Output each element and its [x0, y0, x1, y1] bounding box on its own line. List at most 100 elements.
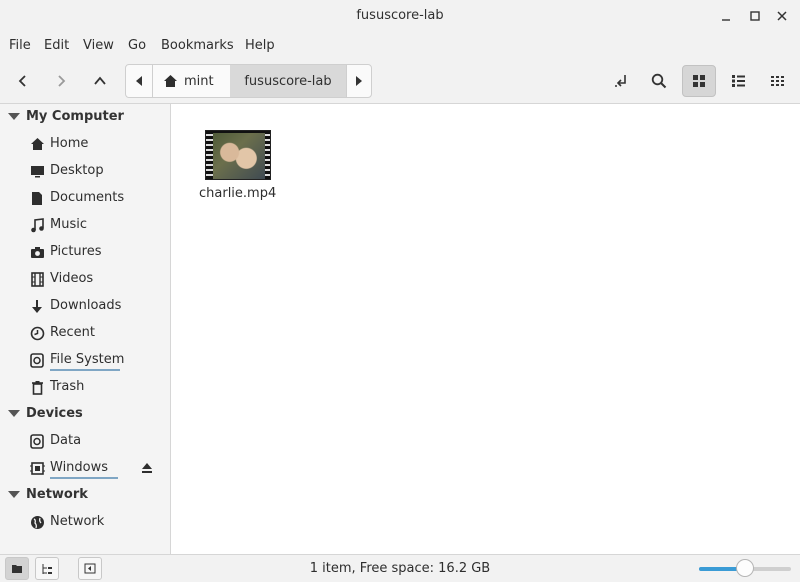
chevron-left-icon: [18, 75, 26, 87]
section-title: Network: [26, 487, 88, 502]
menu-file[interactable]: File: [9, 38, 31, 53]
up-button[interactable]: [85, 66, 115, 96]
icon-view-button[interactable]: [682, 65, 716, 97]
breadcrumb-home-label: mint: [184, 73, 214, 89]
sidebar-item-label: Music: [50, 217, 87, 232]
status-bar: 1 item, Free space: 16.2 GB: [0, 554, 800, 582]
window-title: fususcore-lab: [356, 8, 444, 23]
section-title: My Computer: [26, 109, 124, 124]
sidebar-item-label: Desktop: [50, 163, 104, 178]
disk-usage-bar: [50, 369, 120, 371]
expander-icon: [8, 410, 20, 417]
close-icon: [777, 11, 787, 21]
breadcrumb-current-label: fususcore-lab: [244, 73, 332, 89]
menu-bookmarks[interactable]: Bookmarks: [161, 38, 234, 53]
sidebar-item-trash[interactable]: Trash: [0, 375, 170, 399]
status-text: 1 item, Free space: 16.2 GB: [309, 561, 491, 576]
sidebar-item-documents[interactable]: Documents: [0, 186, 170, 210]
sidebar-item-label: Network: [50, 514, 105, 529]
clock-icon: [29, 325, 45, 341]
document-icon: [29, 190, 45, 206]
sidebar-item-label: Pictures: [50, 244, 102, 259]
close-button[interactable]: [772, 6, 792, 26]
grid-icon: [693, 75, 705, 87]
file-item[interactable]: charlie.mp4: [199, 130, 277, 210]
sidebar-item-videos[interactable]: Videos: [0, 267, 170, 291]
trash-icon: [29, 379, 45, 395]
home-icon: [29, 136, 45, 152]
minimize-icon: [722, 19, 730, 21]
section-my-computer[interactable]: My Computer: [0, 105, 170, 129]
triangle-right-icon: [356, 76, 362, 86]
zoom-slider-handle[interactable]: [736, 559, 754, 577]
sidebar-item-recent[interactable]: Recent: [0, 321, 170, 345]
sidebar-item-label: Videos: [50, 271, 94, 286]
sidebar-item-network[interactable]: Network: [0, 510, 170, 534]
camera-icon: [29, 244, 45, 260]
drive-icon: [29, 352, 45, 368]
sidebar-item-label: Recent: [50, 325, 95, 340]
menu-help[interactable]: Help: [245, 38, 275, 53]
maximize-button[interactable]: [745, 6, 765, 26]
compact-view-button[interactable]: [762, 66, 792, 96]
toggle-location-button[interactable]: [606, 66, 636, 96]
menu-go[interactable]: Go: [128, 38, 146, 53]
sidebar-item-downloads[interactable]: Downloads: [0, 294, 170, 318]
chevron-up-icon: [94, 76, 106, 85]
breadcrumb-scroll-left-button[interactable]: [126, 65, 152, 97]
menu-view[interactable]: View: [83, 38, 114, 53]
toolbar: mint fususcore-lab: [0, 58, 800, 104]
back-button[interactable]: [8, 66, 38, 96]
expander-icon: [8, 491, 20, 498]
download-icon: [29, 298, 45, 314]
list-view-button[interactable]: [723, 66, 753, 96]
menu-edit[interactable]: Edit: [44, 38, 69, 53]
sidebar-item-label: Windows: [50, 460, 109, 475]
section-title: Devices: [26, 406, 83, 421]
sidebar-item-label: Data: [50, 433, 82, 448]
minimize-button[interactable]: [716, 6, 736, 26]
file-name: charlie.mp4: [199, 186, 277, 201]
breadcrumb-current[interactable]: fususcore-lab: [230, 65, 346, 97]
sidebar-item-data[interactable]: Data: [0, 429, 170, 453]
forward-button[interactable]: [46, 66, 76, 96]
list-icon: [731, 75, 745, 87]
film-icon: [29, 271, 45, 287]
sidebar-item-label: Documents: [50, 190, 125, 205]
triangle-left-icon: [136, 76, 142, 86]
breadcrumb-scroll-right-button[interactable]: [346, 65, 371, 97]
disk-usage-bar: [50, 477, 118, 479]
title-bar: fususcore-lab: [0, 0, 800, 34]
chip-drive-icon: [29, 460, 45, 476]
section-network[interactable]: Network: [0, 483, 170, 507]
globe-icon: [29, 514, 45, 530]
sidebar-item-file-system[interactable]: File System: [0, 348, 170, 372]
expander-icon: [8, 113, 20, 120]
sidebar-item-music[interactable]: Music: [0, 213, 170, 237]
music-icon: [29, 217, 45, 233]
search-icon: [651, 73, 667, 89]
chevron-right-icon: [58, 75, 66, 87]
breadcrumb-home[interactable]: mint: [153, 65, 229, 97]
sidebar-item-pictures[interactable]: Pictures: [0, 240, 170, 264]
sidebar-item-label: Home: [50, 136, 89, 151]
sidebar-item-windows[interactable]: Windows: [0, 456, 170, 480]
breadcrumb: mint fususcore-lab: [125, 64, 372, 98]
drive-icon: [29, 433, 45, 449]
sidebar: My Computer Home Desktop Documents Music…: [0, 104, 171, 554]
file-view[interactable]: charlie.mp4: [171, 104, 800, 554]
film-strip: [206, 131, 213, 179]
eject-icon[interactable]: [140, 461, 154, 475]
menu-bar: File Edit View Go Bookmarks Help: [0, 34, 800, 58]
video-thumbnail-icon: [205, 130, 271, 180]
sidebar-item-home[interactable]: Home: [0, 132, 170, 156]
search-button[interactable]: [644, 66, 674, 96]
home-icon: [164, 75, 177, 87]
location-entry-icon: [615, 75, 626, 87]
sidebar-item-desktop[interactable]: Desktop: [0, 159, 170, 183]
film-strip: [265, 131, 270, 179]
sidebar-item-label: Downloads: [50, 298, 122, 313]
thumbnail-image: [213, 133, 265, 179]
section-devices[interactable]: Devices: [0, 402, 170, 426]
compact-grid-icon: [770, 76, 784, 86]
